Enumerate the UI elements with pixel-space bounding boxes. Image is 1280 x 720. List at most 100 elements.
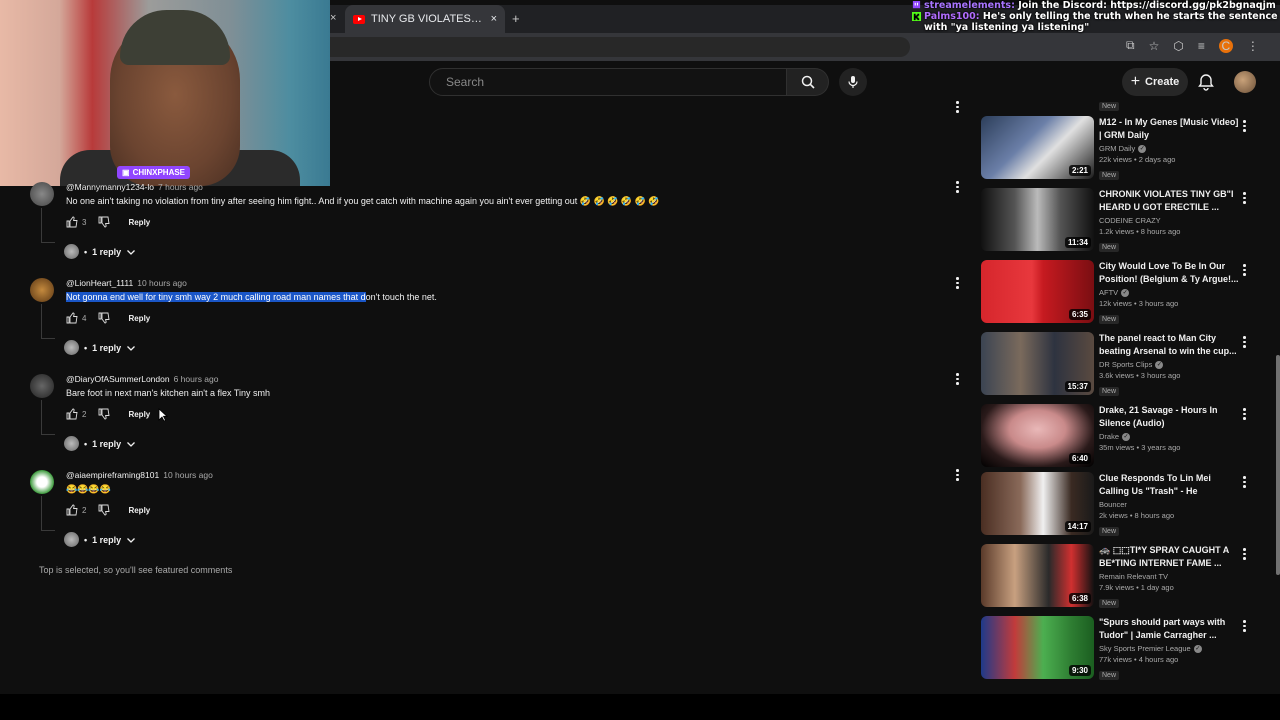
comment-author[interactable]: @LionHeart_1111	[66, 278, 133, 288]
related-video[interactable]: 2:21 M12 - In My Genes [Music Video] | G…	[981, 116, 1261, 184]
related-video[interactable]: 6:35 City Would Love To Be In Our Positi…	[981, 260, 1261, 328]
thread-connector	[41, 242, 55, 243]
sidebar-scrollbar[interactable]	[1276, 355, 1280, 575]
related-video[interactable]: 6:38 🚓 ⬚⬚TI*Y SPRAY CAUGHT A BE*TING INT…	[981, 544, 1261, 612]
video-meta: 2k views • 8 hours ago	[1099, 511, 1175, 520]
view-replies-button[interactable]: • 1 reply	[64, 244, 136, 259]
new-badge: New	[1099, 315, 1120, 324]
comment-text: Not gonna end well for tiny smh way 2 mu…	[66, 292, 437, 302]
comment-time[interactable]: 7 hours ago	[158, 182, 203, 192]
channel-name[interactable]: Drake	[1099, 432, 1119, 441]
more-actions-icon[interactable]	[1243, 120, 1247, 132]
video-meta: 22k views • 2 days ago	[1099, 155, 1176, 164]
comment-avatar[interactable]	[30, 374, 54, 398]
comment-time[interactable]: 6 hours ago	[174, 374, 219, 384]
notifications-bell-icon[interactable]	[1196, 72, 1216, 92]
comment-avatar[interactable]	[30, 182, 54, 206]
channel-name[interactable]: CODEINE CRAZY	[1099, 216, 1161, 225]
more-actions-icon[interactable]	[1243, 548, 1247, 560]
video-thumbnail[interactable]: 9:30	[981, 616, 1094, 679]
comment-avatar[interactable]	[30, 470, 54, 494]
related-video[interactable]: 11:34 CHRONIK VIOLATES TINY GB"I HEARD U…	[981, 188, 1261, 256]
replies-label: 1 reply	[92, 246, 122, 257]
video-title[interactable]: CHRONIK VIOLATES TINY GB"I HEARD U GOT E…	[1099, 188, 1239, 214]
video-title[interactable]: Drake, 21 Savage - Hours In Silence (Aud…	[1099, 404, 1239, 430]
channel-name[interactable]: AFTV	[1099, 288, 1118, 297]
reply-button[interactable]: Reply	[128, 410, 150, 419]
close-tab-icon[interactable]: ×	[491, 13, 497, 25]
more-actions-icon[interactable]	[956, 469, 960, 481]
dislike-icon[interactable]	[98, 504, 110, 516]
search-input[interactable]: Search	[429, 68, 787, 96]
related-video[interactable]: 14:17 Clue Responds To Lin Mei Calling U…	[981, 472, 1261, 540]
comment-avatar[interactable]	[30, 278, 54, 302]
comment-text: No one ain't taking no violation from ti…	[66, 196, 660, 206]
chat-username: Palms100:	[924, 11, 980, 22]
comment-author[interactable]: @aiaempireframing8101	[66, 470, 159, 480]
reply-button[interactable]: Reply	[128, 506, 150, 515]
channel-name[interactable]: Remain Relevant TV	[1099, 572, 1168, 581]
video-title[interactable]: Clue Responds To Lin Mei Calling Us "Tra…	[1099, 472, 1239, 498]
reply-button[interactable]: Reply	[128, 314, 150, 323]
close-tab-icon[interactable]: ×	[330, 12, 336, 24]
channel-name[interactable]: GRM Daily	[1099, 144, 1135, 153]
new-badge: New	[1099, 171, 1120, 180]
video-title[interactable]: City Would Love To Be In Our Position! (…	[1099, 260, 1239, 286]
more-actions-icon[interactable]	[956, 101, 960, 113]
more-actions-icon[interactable]	[1243, 620, 1247, 632]
related-video[interactable]: 6:40 Drake, 21 Savage - Hours In Silence…	[981, 404, 1261, 472]
video-title[interactable]: M12 - In My Genes [Music Video] | GRM Da…	[1099, 116, 1239, 142]
video-thumbnail[interactable]: 6:38	[981, 544, 1094, 607]
reply-button[interactable]: Reply	[128, 218, 150, 227]
more-actions-icon[interactable]	[1243, 336, 1247, 348]
video-thumbnail[interactable]: 14:17	[981, 472, 1094, 535]
more-actions-icon[interactable]	[1243, 408, 1247, 420]
twitch-icon	[912, 1, 921, 9]
comment-actions: 2 Reply	[66, 504, 150, 516]
voice-search-button[interactable]	[839, 68, 867, 96]
account-avatar[interactable]	[1234, 71, 1256, 93]
verified-check-icon: ✓	[1121, 288, 1130, 297]
like-icon[interactable]	[66, 408, 78, 420]
comment-header: @LionHeart_1111 10 hours ago	[66, 278, 187, 288]
comment-author[interactable]: @Mannymanny1234-lo	[66, 182, 154, 192]
dislike-icon[interactable]	[98, 216, 110, 228]
video-title[interactable]: The panel react to Man City beating Arse…	[1099, 332, 1239, 358]
like-icon[interactable]	[66, 216, 78, 228]
video-title[interactable]: "Spurs should part ways with Tudor" | Ja…	[1099, 616, 1239, 642]
browser-tab-active[interactable]: TINY GB VIOLATES JUSTO,PINK ×	[345, 5, 505, 33]
video-thumbnail[interactable]: 6:40	[981, 404, 1094, 467]
more-actions-icon[interactable]	[1243, 476, 1247, 488]
comment-time[interactable]: 10 hours ago	[137, 278, 187, 288]
create-button[interactable]: + Create	[1122, 68, 1188, 96]
dislike-icon[interactable]	[98, 408, 110, 420]
new-tab-button[interactable]: +	[512, 11, 520, 26]
video-thumbnail[interactable]: 11:34	[981, 188, 1094, 251]
video-title[interactable]: 🚓 ⬚⬚TI*Y SPRAY CAUGHT A BE*TING INTERNET…	[1099, 544, 1239, 570]
channel-name[interactable]: Sky Sports Premier League	[1099, 644, 1191, 653]
address-bar[interactable]	[330, 37, 910, 57]
channel-name[interactable]: Bouncer	[1099, 500, 1127, 509]
more-actions-icon[interactable]	[1243, 264, 1247, 276]
view-replies-button[interactable]: • 1 reply	[64, 340, 136, 355]
comment-author[interactable]: @DiaryOfASummerLondon	[66, 374, 170, 384]
search-button[interactable]	[787, 68, 829, 96]
like-icon[interactable]	[66, 312, 78, 324]
channel-name[interactable]: DR Sports Clips	[1099, 360, 1152, 369]
more-actions-icon[interactable]	[956, 181, 960, 193]
view-replies-button[interactable]: • 1 reply	[64, 436, 136, 451]
comment-time[interactable]: 10 hours ago	[163, 470, 213, 480]
verified-check-icon: ✓	[1155, 360, 1164, 369]
dislike-icon[interactable]	[98, 312, 110, 324]
more-actions-icon[interactable]	[956, 277, 960, 289]
more-actions-icon[interactable]	[1243, 192, 1247, 204]
more-actions-icon[interactable]	[956, 373, 960, 385]
related-video[interactable]: 15:37 The panel react to Man City beatin…	[981, 332, 1261, 400]
video-thumbnail[interactable]: 2:21	[981, 116, 1094, 179]
video-thumbnail[interactable]: 15:37	[981, 332, 1094, 395]
related-video[interactable]: 9:30 "Spurs should part ways with Tudor"…	[981, 616, 1261, 684]
like-icon[interactable]	[66, 504, 78, 516]
video-thumbnail[interactable]: 6:35	[981, 260, 1094, 323]
view-replies-button[interactable]: • 1 reply	[64, 532, 136, 547]
webcam-feed: ▣ CHINXPHASE	[0, 0, 330, 186]
